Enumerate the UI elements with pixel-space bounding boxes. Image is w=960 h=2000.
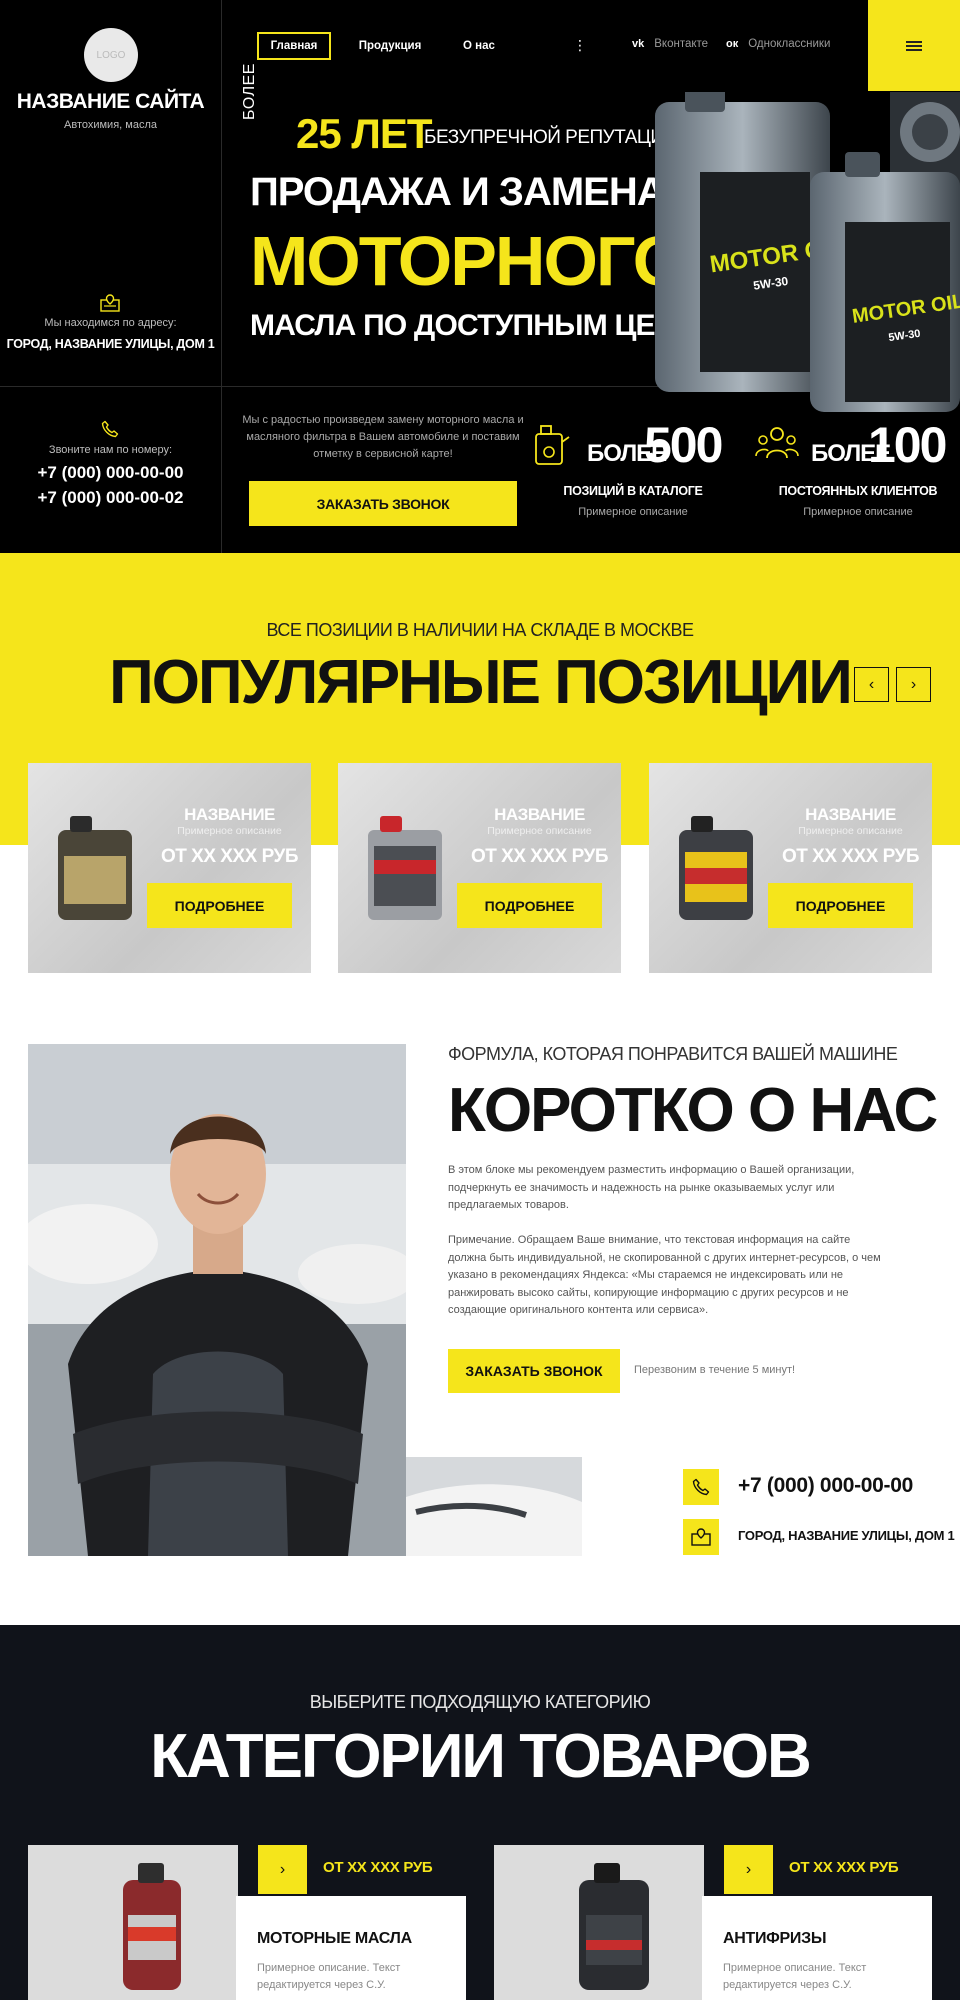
map-icon [100, 294, 120, 312]
category-price: ОТ XX XXX РУБ [323, 1859, 433, 1876]
site-subtitle: Автохимия, масла [64, 119, 157, 131]
logo[interactable]: LOGO [84, 28, 138, 82]
product-price: ОТ XX XXX РУБ [471, 846, 608, 867]
address-value: ГОРОД, НАЗВАНИЕ УЛИЦЫ, ДОМ 1 [6, 337, 215, 351]
product-price: ОТ XX XXX РУБ [161, 846, 298, 867]
product-image [58, 816, 132, 920]
category-card-antifreeze[interactable]: › ОТ XX XXX РУБ АНТИФРИЗЫ Примерное опис… [494, 1845, 932, 2000]
vk-icon: vk [632, 38, 645, 50]
contact-phone[interactable]: +7 (000) 000-00-00 [738, 1474, 913, 1498]
about-title: КОРОТКО О НАС [448, 1076, 938, 1145]
stat-number-positions: 500 [644, 417, 723, 473]
details-button[interactable]: ПОДРОБНЕЕ [457, 883, 602, 928]
contact-address: ГОРОД, НАЗВАНИЕ УЛИЦЫ, ДОМ 1 [738, 1528, 955, 1543]
product-image [368, 816, 442, 920]
product-card[interactable]: НАЗВАНИЕ Примерное описание ОТ XX XXX РУ… [338, 763, 621, 973]
nav-item-about[interactable]: О нас [452, 32, 506, 60]
address-label: Мы находимся по адресу: [44, 317, 177, 329]
product-desc: Примерное описание [487, 825, 592, 837]
contact-phone-button[interactable] [683, 1469, 719, 1505]
oil-can-icon [535, 425, 570, 465]
details-button[interactable]: ПОДРОБНЕЕ [147, 883, 292, 928]
headline-line-1: ПРОДАЖА И ЗАМЕНА [250, 170, 666, 214]
category-card-motor-oils[interactable]: › ОТ XX XXX РУБ МОТОРНЫЕ МАСЛА Примерное… [28, 1845, 466, 2000]
social-label: Одноклассники [748, 38, 831, 50]
divider [221, 0, 222, 553]
details-button[interactable]: ПОДРОБНЕЕ [768, 883, 913, 928]
phone-icon [692, 1478, 710, 1496]
stat-number-clients: 100 [868, 417, 947, 473]
popular-title: ПОПУЛЯРНЫЕ ПОЗИЦИИ [109, 648, 853, 717]
phone-number-1[interactable]: +7 (000) 000-00-00 [0, 463, 221, 483]
popular-subtitle: ВСЕ ПОЗИЦИИ В НАЛИЧИИ НА СКЛАДЕ В МОСКВЕ [266, 620, 695, 640]
motor-oil-bottles-image: MOTOR OIL 5W-30 MOTOR OIL 5W-30 [655, 92, 960, 412]
car-photo [406, 1457, 582, 1556]
product-price: ОТ XX XXX РУБ [782, 846, 919, 867]
product-name: НАЗВАНИЕ [184, 805, 275, 824]
slider-next-button[interactable]: › [896, 667, 931, 702]
headline-reputation: БЕЗУПРЕЧНОЙ РЕПУТАЦИИ [424, 127, 677, 148]
stat-label-clients: ПОСТОЯННЫХ КЛИЕНТОВ [778, 484, 938, 498]
category-price: ОТ XX XXX РУБ [789, 1859, 899, 1876]
category-image [28, 1845, 238, 2000]
category-desc: Примерное описание. Текст редактируется … [257, 1962, 401, 1991]
category-name: МОТОРНЫЕ МАСЛА [257, 1930, 412, 1947]
contact-address-button[interactable] [683, 1519, 719, 1555]
social-link-ok[interactable]: ок Одноклассники [726, 38, 830, 50]
stat-desc: Примерное описание [578, 506, 688, 518]
phone-icon [101, 420, 119, 438]
hamburger-icon [906, 39, 922, 53]
menu-button[interactable] [868, 0, 960, 91]
categories-title: КАТЕГОРИИ ТОВАРОВ [150, 1722, 812, 1791]
stat-label-positions: ПОЗИЦИЙ В КАТАЛОГЕ [563, 484, 703, 498]
product-name: НАЗВАНИЕ [494, 805, 585, 824]
order-call-button[interactable]: ЗАКАЗАТЬ ЗВОНОК [448, 1349, 620, 1393]
phone-number-2[interactable]: +7 (000) 000-00-02 [0, 488, 221, 508]
nav-item-products[interactable]: Продукция [354, 32, 426, 60]
product-name: НАЗВАНИЕ [805, 805, 896, 824]
phone-label: Звоните нам по номеру: [48, 444, 173, 456]
headline-prefix: БОЛЕЕ [241, 63, 258, 120]
nav-item-home[interactable]: Главная [257, 32, 331, 60]
product-desc: Примерное описание [798, 825, 903, 837]
clients-icon [755, 427, 799, 459]
headline-line-2: МОТОРНОГО [250, 222, 687, 300]
about-paragraph: В этом блоке мы рекомендуем разместить и… [448, 1164, 855, 1211]
ok-icon: ок [726, 38, 739, 50]
map-icon [691, 1528, 711, 1546]
callback-note: Перезвоним в течение 5 минут! [634, 1364, 796, 1376]
category-go-button[interactable]: › [258, 1845, 307, 1894]
product-desc: Примерное описание [177, 825, 282, 837]
promo-text: Мы с радостью произведем замену моторног… [242, 414, 524, 460]
product-card[interactable]: НАЗВАНИЕ Примерное описание ОТ XX XXX РУ… [28, 763, 311, 973]
stat-desc: Примерное описание [803, 506, 913, 518]
product-card[interactable]: НАЗВАНИЕ Примерное описание ОТ XX XXX РУ… [649, 763, 932, 973]
about-subtitle: ФОРМУЛА, КОТОРАЯ ПОНРАВИТСЯ ВАШЕЙ МАШИНЕ [448, 1044, 898, 1064]
category-go-button[interactable]: › [724, 1845, 773, 1894]
headline-years: 25 ЛЕТ [296, 110, 433, 157]
product-image [679, 816, 753, 920]
more-menu-icon[interactable]: ⋮ [573, 36, 587, 56]
slider-prev-button[interactable]: ‹ [854, 667, 889, 702]
order-call-button[interactable]: ЗАКАЗАТЬ ЗВОНОК [249, 481, 517, 526]
category-desc: Примерное описание. Текст редактируется … [723, 1962, 867, 1991]
site-name: НАЗВАНИЕ САЙТА [16, 90, 205, 113]
social-link-vk[interactable]: vk Вконтакте [632, 38, 708, 50]
hero-section: LOGO НАЗВАНИЕ САЙТА Автохимия, масла Мы … [0, 0, 960, 553]
category-image [494, 1845, 704, 2000]
mechanic-photo [28, 1044, 406, 1556]
social-label: Вконтакте [654, 38, 709, 50]
about-note: Примечание. Обращаем Ваше внимание, что … [448, 1234, 881, 1316]
categories-subtitle: ВЫБЕРИТЕ ПОДХОДЯЩУЮ КАТЕГОРИЮ [309, 1692, 651, 1712]
category-name: АНТИФРИЗЫ [723, 1930, 827, 1947]
